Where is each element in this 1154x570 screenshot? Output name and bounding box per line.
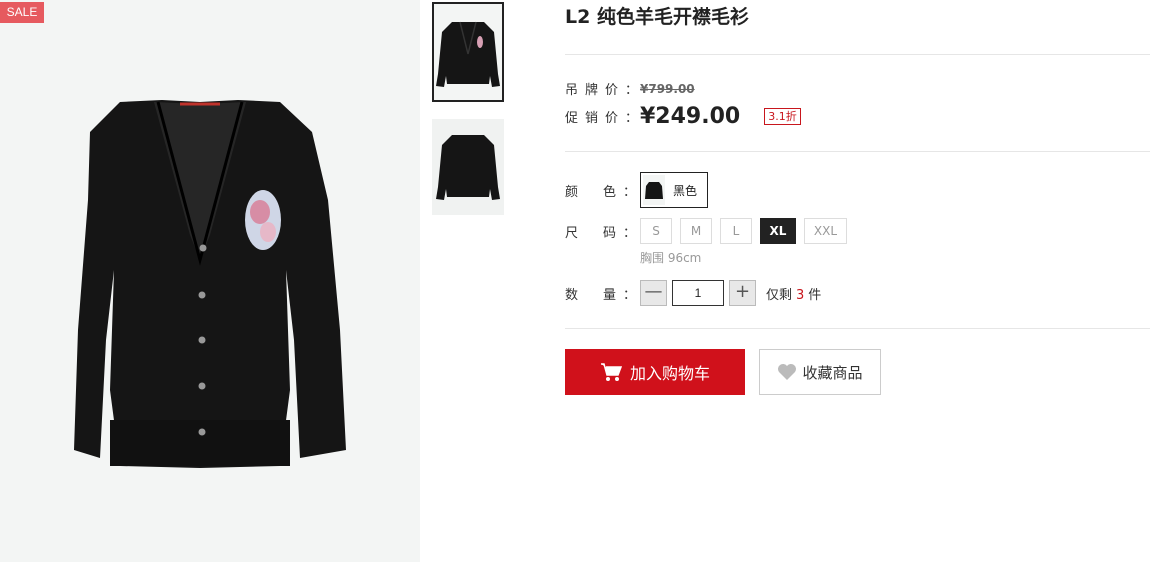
favorite-label: 收藏商品 xyxy=(802,363,863,382)
promo-price-row: 促销价： ¥249.00 3.1折 xyxy=(565,104,801,129)
size-option-l[interactable]: L xyxy=(720,218,752,244)
stock-count: 3 xyxy=(796,287,805,303)
heart-icon xyxy=(778,364,797,380)
quantity-increase-button[interactable]: + xyxy=(729,280,756,306)
tag-price-row: 吊牌价： ¥799.00 xyxy=(565,79,695,99)
tag-price: ¥799.00 xyxy=(640,81,695,96)
color-option-black[interactable]: 黑色 xyxy=(640,172,709,208)
cardigan-image xyxy=(74,100,346,468)
favorite-button[interactable]: 收藏商品 xyxy=(759,349,881,395)
promo-price-label: 促销价： xyxy=(565,111,639,126)
stock-info: 仅剩 3 件 xyxy=(766,287,822,303)
size-note: 胸围 96cm xyxy=(640,251,702,265)
thumbnail-front-image xyxy=(436,21,500,87)
color-label: 颜色： xyxy=(565,184,637,200)
quantity-decrease-button[interactable]: — xyxy=(640,280,667,306)
thumbnail-back[interactable] xyxy=(432,119,504,215)
product-info: L2 纯色羊毛开襟毛衫 吊牌价： ¥799.00 促销价： ¥249.00 3.… xyxy=(565,0,1150,395)
add-to-cart-label: 加入购物车 xyxy=(629,364,710,383)
product-title: L2 纯色羊毛开襟毛衫 xyxy=(565,6,749,28)
quantity-row: 数量： — + 仅剩3件 xyxy=(565,280,821,306)
color-option-label: 黑色 xyxy=(673,183,698,198)
quantity-input[interactable] xyxy=(672,280,724,306)
main-product-image: SALE xyxy=(0,0,420,562)
thumbnail-front[interactable] xyxy=(432,2,504,102)
thumbnail-back-image xyxy=(436,135,500,200)
discount-badge: 3.1折 xyxy=(764,108,801,125)
quantity-label: 数量： xyxy=(565,287,637,303)
add-to-cart-button[interactable]: 加入购物车 xyxy=(565,349,745,395)
divider xyxy=(565,151,1150,152)
size-option-xl[interactable]: XL xyxy=(760,218,796,244)
size-option-xxl[interactable]: XXL xyxy=(804,218,847,244)
size-row: 尺码： S M L XL XXL xyxy=(565,218,855,244)
divider xyxy=(565,328,1150,329)
promo-price: ¥249.00 xyxy=(640,104,741,129)
size-options: S M L XL XXL xyxy=(640,218,855,244)
size-option-m[interactable]: M xyxy=(680,218,712,244)
cart-icon xyxy=(600,363,622,381)
color-swatch-image xyxy=(643,175,665,205)
color-row: 颜色： 黑色 xyxy=(565,172,709,208)
tag-price-label: 吊牌价： xyxy=(565,83,639,98)
size-label: 尺码： xyxy=(565,225,637,241)
size-option-s[interactable]: S xyxy=(640,218,672,244)
sale-badge: SALE xyxy=(0,2,44,23)
divider xyxy=(565,54,1150,55)
